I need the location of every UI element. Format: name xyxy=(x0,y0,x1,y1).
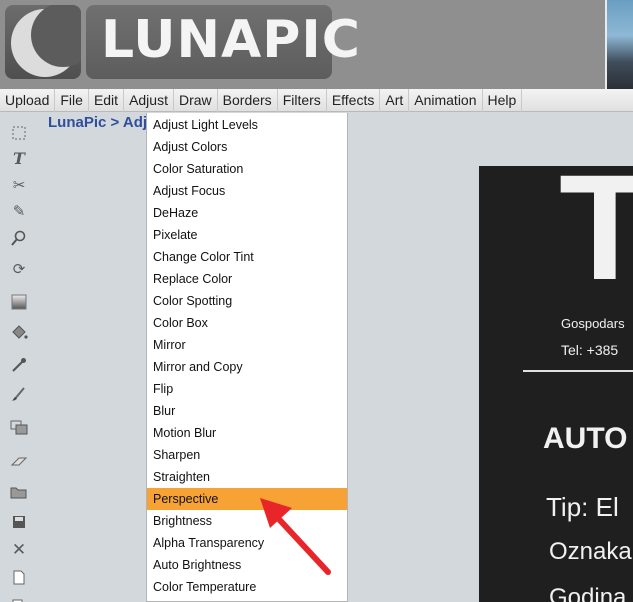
rotate-icon[interactable]: ⟳ xyxy=(9,259,29,279)
menu-filters[interactable]: Filters xyxy=(278,89,327,112)
menu-borders[interactable]: Borders xyxy=(218,89,278,112)
brush-icon[interactable] xyxy=(9,384,29,404)
close-icon[interactable]: ✕ xyxy=(9,540,29,560)
menu-item-motion-blur[interactable]: Motion Blur xyxy=(147,422,347,444)
copy-icon[interactable] xyxy=(9,594,29,602)
menu-item-mirror-and-copy[interactable]: Mirror and Copy xyxy=(147,356,347,378)
gradient-icon[interactable] xyxy=(9,292,29,312)
tool-sidebar: T ✂ ✎ ⟳ ✕ xyxy=(0,112,38,602)
image-preview: T Gospodars Tel: +385 AUTO Tip: El Oznak… xyxy=(479,166,633,602)
crop-icon[interactable] xyxy=(9,417,29,437)
menu-item-adjust-colors[interactable]: Adjust Colors xyxy=(147,136,347,158)
menu-upload[interactable]: Upload xyxy=(0,89,56,112)
logo-wordmark[interactable]: LUNAPIC xyxy=(101,14,361,66)
menu-item-adjust-light-levels[interactable]: Adjust Light Levels xyxy=(147,114,347,136)
menu-item-color-spotting[interactable]: Color Spotting xyxy=(147,290,347,312)
menu-item-dehaze[interactable]: DeHaze xyxy=(147,202,347,224)
preview-text-line2: Tel: +385 xyxy=(561,342,619,358)
menu-item-flip[interactable]: Flip xyxy=(147,378,347,400)
main-menu-bar: Upload File Edit Adjust Draw Borders Fil… xyxy=(0,89,633,112)
menu-help[interactable]: Help xyxy=(483,89,523,112)
eraser-icon[interactable] xyxy=(9,452,29,472)
preview-divider xyxy=(523,370,633,372)
menu-item-blur[interactable]: Blur xyxy=(147,400,347,422)
menu-effects[interactable]: Effects xyxy=(327,89,381,112)
lunapic-logo-icon[interactable] xyxy=(5,5,81,79)
header-banner: LUNAPIC xyxy=(0,0,633,89)
preview-text-line3: AUTO xyxy=(543,422,628,455)
select-icon[interactable] xyxy=(9,123,29,143)
menu-item-straighten[interactable]: Straighten xyxy=(147,466,347,488)
eyedropper-icon[interactable] xyxy=(9,355,29,375)
preview-text-line1: Gospodars xyxy=(561,316,625,331)
pencil-icon[interactable]: ✎ xyxy=(9,201,29,221)
text-icon[interactable]: T xyxy=(9,148,29,168)
new-file-icon[interactable] xyxy=(9,567,29,587)
menu-item-replace-color[interactable]: Replace Color xyxy=(147,268,347,290)
menu-draw[interactable]: Draw xyxy=(174,89,218,112)
scissors-icon[interactable]: ✂ xyxy=(9,175,29,195)
menu-item-sharpen[interactable]: Sharpen xyxy=(147,444,347,466)
menu-item-color-temperature[interactable]: Color Temperature xyxy=(147,576,347,598)
preview-text-line5: Oznaka xyxy=(549,538,632,565)
preview-text-line4: Tip: El xyxy=(546,492,619,522)
menu-animation[interactable]: Animation xyxy=(409,89,483,112)
annotation-arrow-icon xyxy=(260,498,331,575)
menu-item-color-box[interactable]: Color Box xyxy=(147,312,347,334)
breadcrumb[interactable]: LunaPic > Adju xyxy=(48,114,156,131)
menu-edit[interactable]: Edit xyxy=(89,89,125,112)
header-photo-thumbnail xyxy=(605,0,633,89)
zoom-icon[interactable] xyxy=(9,228,29,248)
paint-bucket-icon[interactable] xyxy=(9,323,29,343)
menu-item-change-color-tint[interactable]: Change Color Tint xyxy=(147,246,347,268)
preview-text-line6: Godina xyxy=(549,584,627,602)
menu-adjust[interactable]: Adjust xyxy=(124,89,174,112)
menu-item-pixelate[interactable]: Pixelate xyxy=(147,224,347,246)
menu-art[interactable]: Art xyxy=(380,89,410,112)
menu-item-color-saturation[interactable]: Color Saturation xyxy=(147,158,347,180)
menu-item-mirror[interactable]: Mirror xyxy=(147,334,347,356)
preview-big-letter: T xyxy=(559,166,633,311)
menu-file[interactable]: File xyxy=(55,89,89,112)
save-icon[interactable] xyxy=(9,512,29,532)
open-icon[interactable] xyxy=(9,482,29,502)
menu-item-adjust-focus[interactable]: Adjust Focus xyxy=(147,180,347,202)
